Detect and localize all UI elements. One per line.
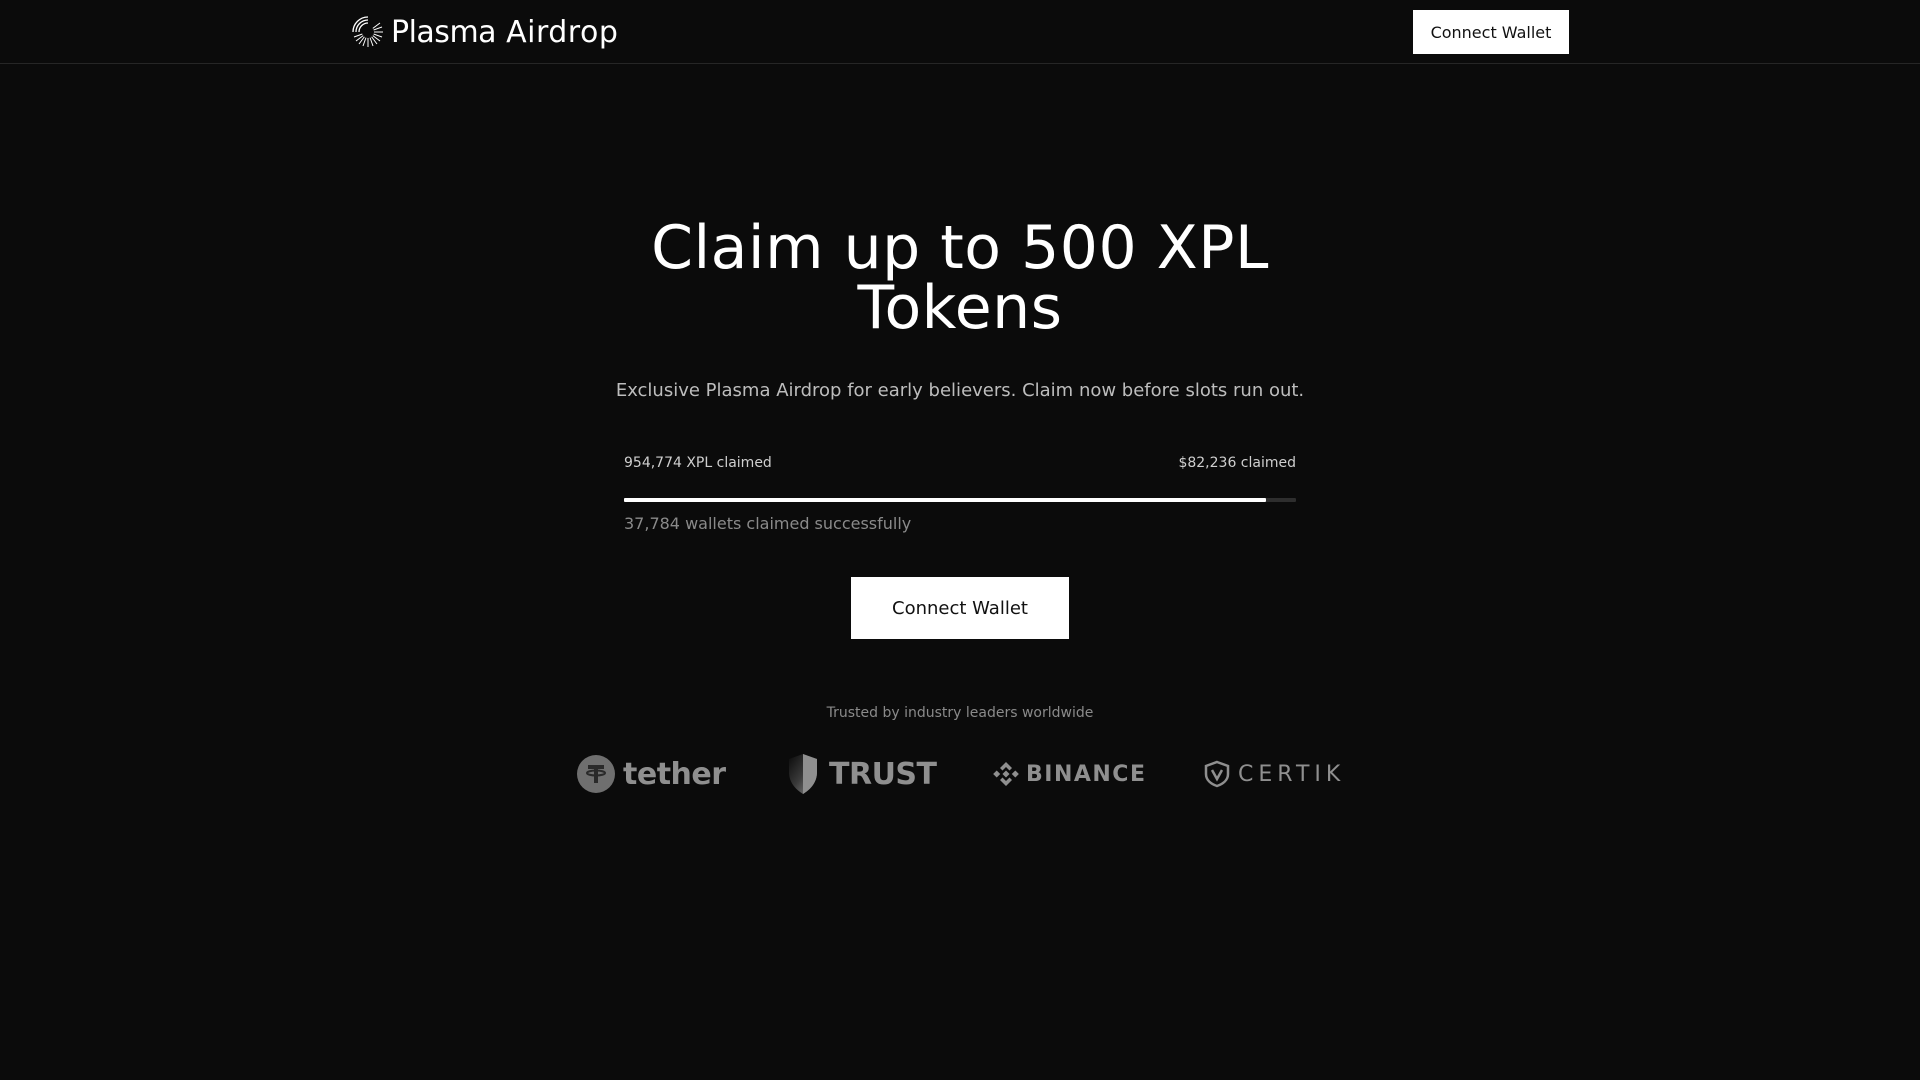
certik-logo: CERTIK bbox=[1204, 748, 1345, 800]
wallets-claimed-text: 37,784 wallets claimed successfully bbox=[624, 514, 912, 533]
progress-fill bbox=[624, 498, 1266, 502]
tether-wordmark: tether bbox=[623, 756, 726, 792]
progress-labels: 954,774 XPL claimed $82,236 claimed bbox=[624, 455, 1296, 475]
hero-subtitle: Exclusive Plasma Airdrop for early belie… bbox=[615, 380, 1305, 401]
trust-wordmark: TRUST bbox=[829, 756, 937, 792]
progress-track bbox=[624, 498, 1296, 502]
hero-title-line2: Tokens bbox=[857, 273, 1063, 343]
brand-name: Plasma Airdrop bbox=[391, 15, 618, 50]
binance-wordmark: BINANCE bbox=[1026, 761, 1147, 787]
tether-icon bbox=[577, 755, 615, 793]
partner-logos: tether TRUST BINANCE CERTIK bbox=[570, 748, 1350, 800]
binance-logo: BINANCE bbox=[992, 748, 1146, 800]
plasma-logo-icon bbox=[352, 16, 383, 47]
usd-claimed-label: $82,236 claimed bbox=[1178, 455, 1296, 471]
binance-icon bbox=[993, 762, 1019, 786]
tether-logo: tether bbox=[577, 748, 726, 800]
brand-logo-link[interactable]: Plasma Airdrop bbox=[351, 12, 618, 52]
brand-name-part2: Airdrop bbox=[506, 14, 619, 50]
hero-title-line1: Claim up to 500 XPL bbox=[651, 213, 1269, 283]
claim-progress: 954,774 XPL claimed $82,236 claimed 37,7… bbox=[624, 455, 1296, 533]
xpl-claimed-label: 954,774 XPL claimed bbox=[624, 455, 772, 471]
certik-wordmark: CERTIK bbox=[1238, 761, 1346, 787]
trust-logo: TRUST bbox=[785, 748, 937, 800]
trusted-by-text: Trusted by industry leaders worldwide bbox=[826, 705, 1094, 721]
trust-shield-icon bbox=[789, 754, 817, 794]
top-nav: Plasma Airdrop Connect Wallet bbox=[0, 0, 1920, 64]
brand-name-part1: Plasma bbox=[391, 14, 497, 50]
connect-wallet-button[interactable]: Connect Wallet bbox=[851, 577, 1069, 639]
header-connect-wallet-button[interactable]: Connect Wallet bbox=[1413, 10, 1569, 54]
hero-section: Claim up to 500 XPL Tokens bbox=[560, 218, 1360, 338]
certik-shield-icon bbox=[1204, 760, 1230, 788]
hero-title: Claim up to 500 XPL Tokens bbox=[560, 218, 1360, 338]
